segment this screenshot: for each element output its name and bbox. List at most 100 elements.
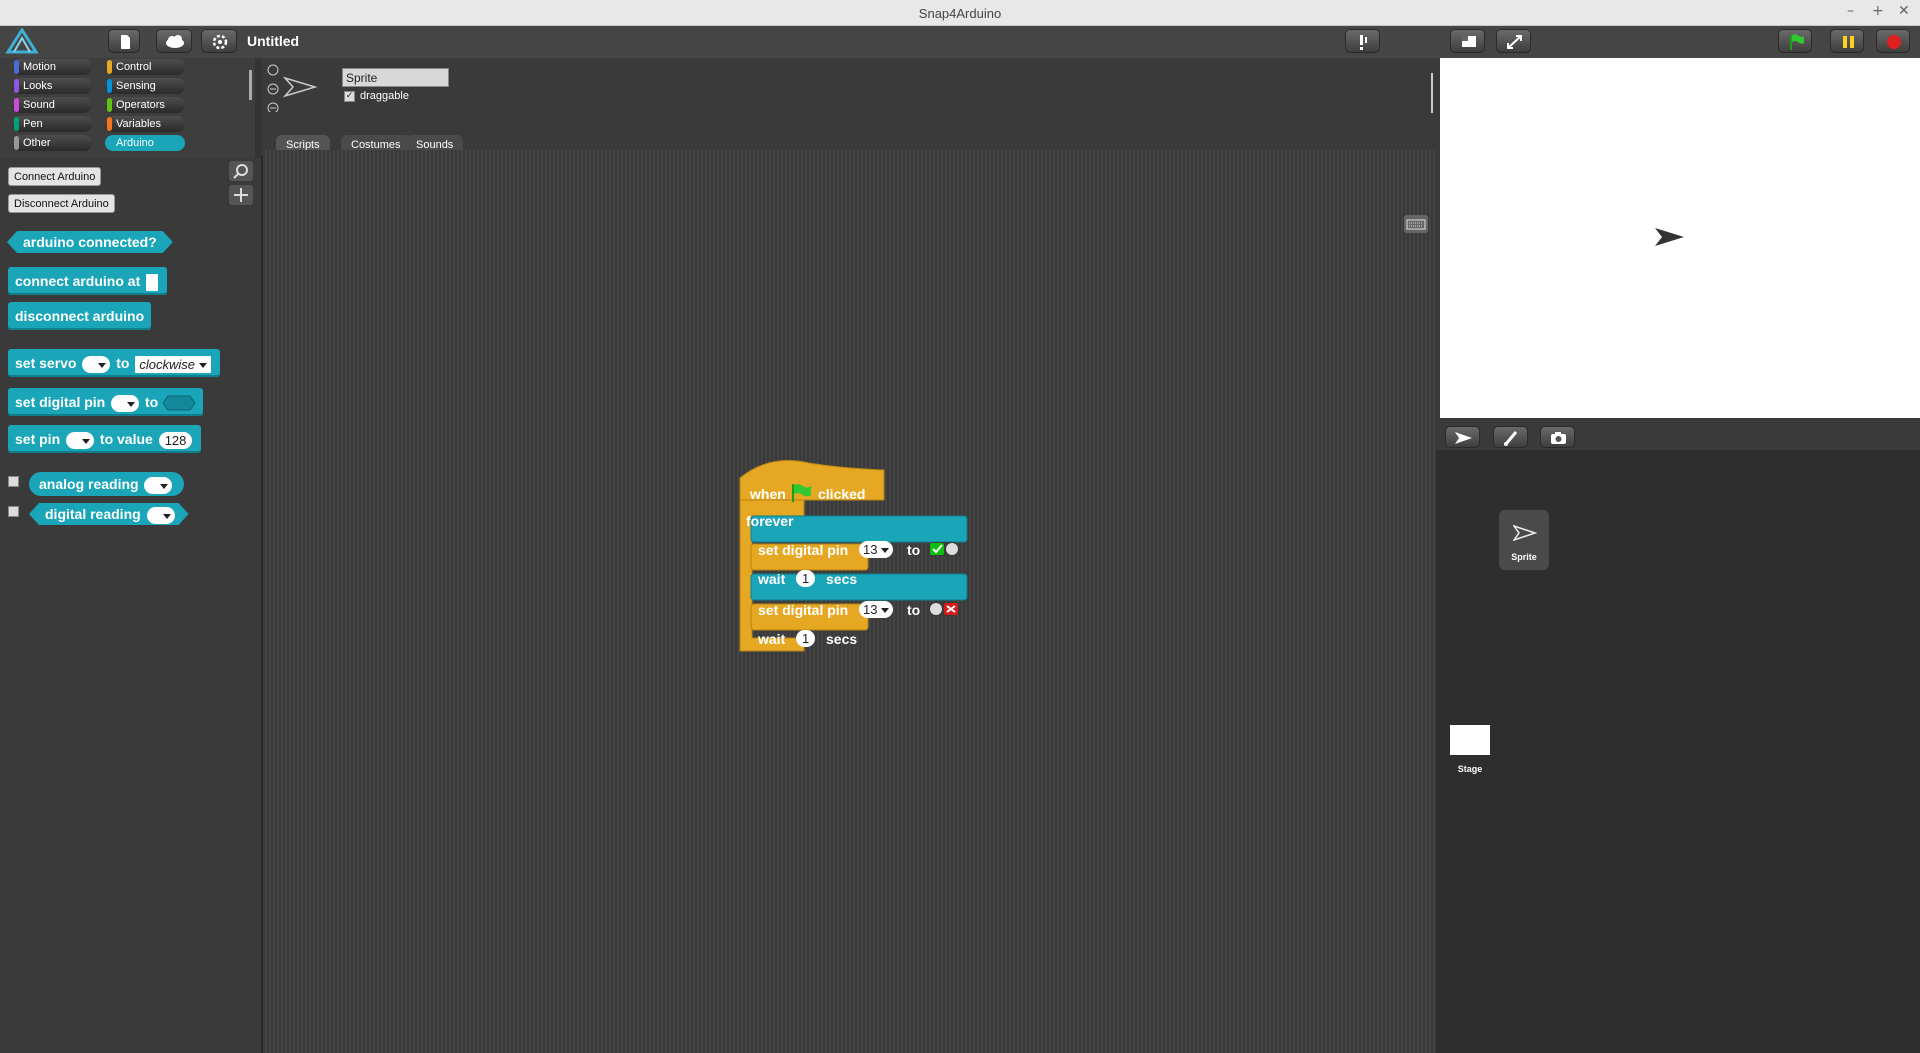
sprite-bar-scrollbar[interactable] bbox=[1431, 73, 1433, 113]
stage-size-button[interactable] bbox=[1450, 29, 1485, 53]
camera-sprite-button[interactable] bbox=[1540, 426, 1575, 448]
search-blocks-icon[interactable] bbox=[229, 161, 253, 181]
set-pin-value-block[interactable]: set pin to value 128 bbox=[8, 425, 202, 453]
stage-thumbnail[interactable] bbox=[1450, 725, 1490, 755]
disconnect-arduino-block[interactable]: disconnect arduino bbox=[8, 302, 152, 330]
sprite-thumbnail[interactable]: Sprite bbox=[1499, 510, 1549, 570]
category-color-swatch bbox=[107, 136, 112, 150]
category-sound[interactable]: Sound bbox=[12, 97, 92, 113]
chevron-down-icon bbox=[98, 362, 107, 368]
category-other[interactable]: Other bbox=[12, 135, 92, 151]
sprite-corral: Sprite Stage bbox=[1436, 450, 1920, 1053]
category-control[interactable]: Control bbox=[105, 59, 185, 75]
sprite-name-field[interactable]: Sprite bbox=[342, 68, 449, 87]
block-label: analog reading bbox=[39, 476, 139, 492]
block-label: to value bbox=[99, 431, 153, 447]
category-arduino[interactable]: Arduino bbox=[105, 135, 185, 151]
presentation-mode-button[interactable] bbox=[1496, 29, 1531, 53]
category-variables[interactable]: Variables bbox=[105, 116, 185, 132]
pwm-pin-dropdown[interactable] bbox=[66, 431, 95, 449]
analog-reading-watcher-checkbox[interactable] bbox=[8, 476, 19, 487]
category-scrollbar[interactable] bbox=[249, 70, 252, 100]
scripts-area[interactable]: when clicked forever set digital pin 13 … bbox=[263, 150, 1436, 1053]
secs-label: secs bbox=[826, 631, 858, 647]
category-looks[interactable]: Looks bbox=[12, 78, 92, 94]
block-label: set pin bbox=[15, 431, 61, 447]
rotation-style-icons[interactable] bbox=[266, 62, 280, 112]
window-title: Snap4Arduino bbox=[918, 6, 1002, 21]
set-servo-block[interactable]: set servo to clockwise bbox=[8, 349, 220, 377]
digital-reading-pin-dropdown[interactable] bbox=[147, 507, 175, 524]
wait-seconds-slot[interactable]: 1 bbox=[796, 630, 816, 647]
port-input-slot[interactable] bbox=[146, 273, 159, 291]
connect-arduino-at-block[interactable]: connect arduino at bbox=[8, 267, 168, 295]
servo-value-dropdown[interactable]: clockwise bbox=[135, 355, 211, 373]
pwm-value-slot[interactable]: 128 bbox=[158, 431, 193, 449]
cloud-menu-button[interactable] bbox=[156, 29, 192, 53]
category-label: Looks bbox=[23, 80, 53, 92]
minimize-button[interactable]: – bbox=[1847, 3, 1854, 19]
maximize-button[interactable]: + bbox=[1872, 3, 1884, 19]
set-digital-pin-block[interactable]: set digital pin to bbox=[8, 388, 204, 416]
draggable-checkbox[interactable]: ✓ bbox=[344, 90, 355, 102]
digital-reading-watcher-checkbox[interactable] bbox=[8, 506, 19, 517]
block-palette: Connect Arduino Disconnect Arduino ardui… bbox=[0, 158, 261, 1053]
make-block-icon[interactable] bbox=[229, 185, 253, 205]
category-label: Sound bbox=[23, 99, 55, 111]
category-label: Sensing bbox=[116, 80, 156, 92]
category-color-swatch bbox=[14, 79, 19, 93]
to-label: to bbox=[907, 602, 921, 618]
stage[interactable] bbox=[1440, 58, 1920, 418]
draggable-label: draggable bbox=[360, 90, 409, 102]
sprite-editor: Sprite ✓ draggable Scripts Costumes Sound… bbox=[261, 58, 1436, 1053]
wait-seconds-slot[interactable]: 1 bbox=[796, 570, 816, 587]
keyboard-icon[interactable] bbox=[1404, 215, 1428, 233]
category-label: Variables bbox=[116, 118, 162, 130]
category-color-swatch bbox=[14, 98, 19, 112]
stop-icon bbox=[1887, 35, 1901, 49]
category-motion[interactable]: Motion bbox=[12, 59, 92, 75]
block-label: to bbox=[145, 394, 159, 410]
paint-new-sprite-button[interactable] bbox=[1493, 426, 1528, 448]
servo-pin-dropdown[interactable] bbox=[82, 355, 111, 373]
gear-icon bbox=[212, 34, 228, 50]
file-menu-button[interactable] bbox=[108, 29, 140, 53]
green-flag-button[interactable] bbox=[1778, 29, 1812, 53]
boolean-slot-icon[interactable] bbox=[162, 395, 196, 411]
pin-dropdown[interactable]: 13 bbox=[859, 601, 894, 618]
top-bar: Untitled bbox=[0, 26, 1920, 58]
normal-stage-icon bbox=[1462, 36, 1476, 47]
settings-menu-button[interactable] bbox=[201, 29, 237, 53]
sprite-arrow-icon[interactable] bbox=[1654, 226, 1686, 248]
category-label: Pen bbox=[23, 118, 43, 130]
digital-pin-dropdown[interactable] bbox=[111, 394, 140, 412]
chevron-down-icon bbox=[163, 514, 171, 519]
category-selector: Motion Control Looks Sensing Sound Opera… bbox=[0, 58, 255, 158]
close-window-button[interactable]: ✕ bbox=[1898, 3, 1910, 19]
block-label: set servo bbox=[15, 355, 77, 371]
digital-reading-block[interactable]: digital reading bbox=[29, 503, 189, 525]
pause-button[interactable] bbox=[1830, 29, 1864, 53]
category-color-swatch bbox=[14, 117, 19, 131]
sprite-arrow-icon bbox=[283, 76, 318, 98]
add-turtle-sprite-button[interactable] bbox=[1445, 426, 1480, 448]
analog-pin-dropdown[interactable] bbox=[144, 476, 173, 494]
category-pen[interactable]: Pen bbox=[12, 116, 92, 132]
toggle-on-icon[interactable] bbox=[927, 539, 961, 559]
analog-reading-block[interactable]: analog reading bbox=[29, 472, 185, 496]
arduino-connected-block[interactable]: arduino connected? bbox=[7, 231, 173, 253]
wait-label: wait bbox=[758, 571, 786, 587]
pin-dropdown[interactable]: 13 bbox=[859, 541, 894, 558]
disconnect-arduino-button[interactable]: Disconnect Arduino bbox=[8, 194, 115, 213]
snap-logo-icon[interactable] bbox=[4, 28, 40, 54]
stop-button[interactable] bbox=[1876, 29, 1910, 53]
window-titlebar: Snap4Arduino – + ✕ bbox=[0, 0, 1920, 26]
category-sensing[interactable]: Sensing bbox=[105, 78, 185, 94]
category-operators[interactable]: Operators bbox=[105, 97, 185, 113]
alert-button[interactable] bbox=[1345, 29, 1380, 53]
connect-arduino-button[interactable]: Connect Arduino bbox=[8, 167, 102, 186]
toggle-off-icon[interactable] bbox=[927, 599, 961, 619]
draggable-option[interactable]: ✓ draggable bbox=[344, 90, 409, 102]
block-label: set digital pin bbox=[15, 394, 106, 410]
chevron-down-icon bbox=[198, 362, 207, 368]
